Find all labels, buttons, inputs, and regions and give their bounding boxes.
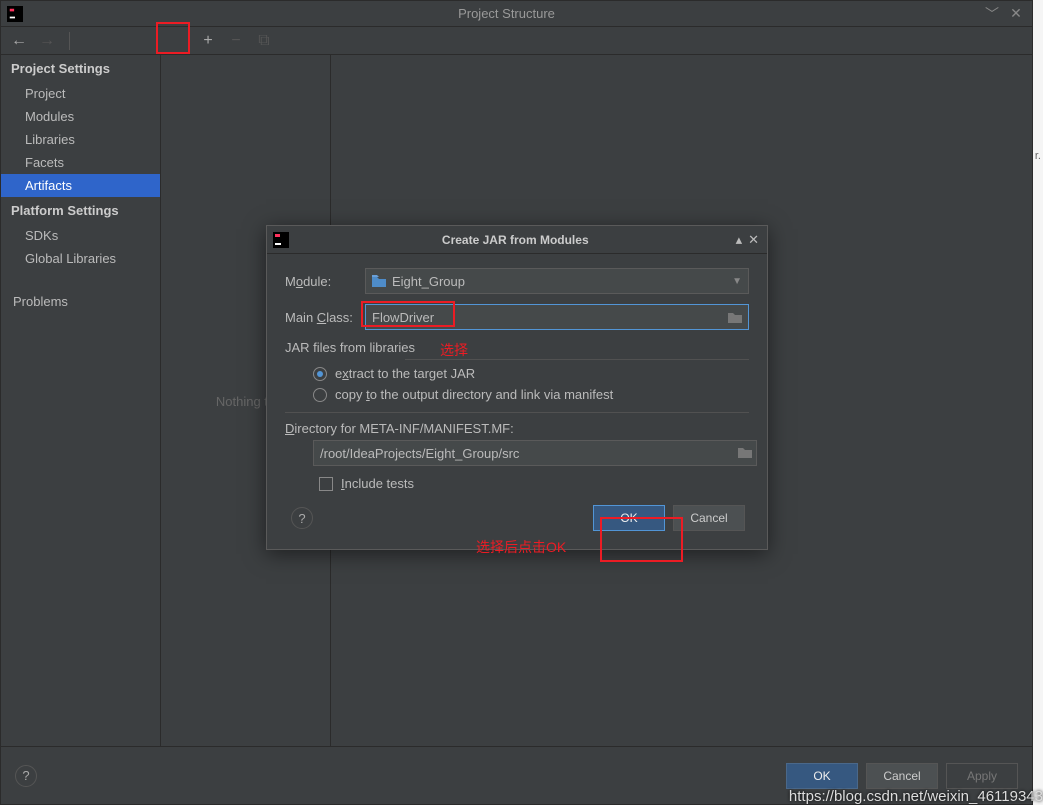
module-label: Module:: [285, 274, 365, 289]
sidebar-group-platform: Platform Settings: [1, 197, 160, 224]
sidebar: Project Settings Project Modules Librari…: [1, 55, 161, 747]
sidebar-item-modules[interactable]: Modules: [1, 105, 160, 128]
strip-text: r.: [1035, 150, 1041, 162]
sidebar-group-project: Project Settings: [1, 55, 160, 82]
browse-icon[interactable]: [738, 446, 752, 461]
dialog-ok-button[interactable]: OK: [593, 505, 665, 531]
watermark: https://blog.csdn.net/weixin_46119343: [789, 788, 1043, 805]
cancel-button[interactable]: Cancel: [866, 763, 938, 789]
include-tests-checkbox[interactable]: Include tests: [319, 476, 749, 491]
radio-extract[interactable]: extract to the target JAR: [313, 366, 749, 381]
browse-icon[interactable]: [726, 308, 744, 326]
radio-copy[interactable]: copy to the output directory and link vi…: [313, 387, 749, 402]
add-button[interactable]: +: [198, 31, 218, 51]
apply-button: Apply: [946, 763, 1018, 789]
create-jar-dialog: Create JAR from Modules ▴ ✕ Module: Eigh…: [266, 225, 768, 550]
dialog-help-button[interactable]: ?: [291, 507, 313, 529]
copy-button: ⧉: [254, 31, 274, 51]
radio-icon: [313, 367, 327, 381]
separator: [69, 32, 70, 50]
checkbox-icon: [319, 477, 333, 491]
nav-back-button[interactable]: ←: [9, 31, 29, 51]
dialog-minimize-button[interactable]: ▴: [736, 232, 743, 248]
directory-label: Directory for META-INF/MANIFEST.MF:: [285, 421, 749, 436]
close-button[interactable]: ✕: [1008, 6, 1024, 22]
toolbar: ← → + − ⧉: [1, 27, 1032, 55]
minimize-button[interactable]: ﹀: [984, 6, 1000, 22]
remove-button: −: [226, 31, 246, 51]
radio-icon: [313, 388, 327, 402]
app-icon: [7, 6, 23, 22]
folder-icon: [372, 275, 386, 287]
dialog-footer: ? OK Cancel: [285, 505, 749, 535]
sidebar-item-facets[interactable]: Facets: [1, 151, 160, 174]
sidebar-item-problems[interactable]: Problems: [1, 290, 160, 313]
background-strip: r.: [1033, 0, 1043, 805]
nav-forward-button: →: [37, 31, 57, 51]
dialog-close-button[interactable]: ✕: [748, 232, 759, 248]
dialog-body: Module: Eight_Group ▼ Main Class: FlowDr…: [267, 254, 767, 549]
annotation-text-clickok: 选择后点击OK: [476, 537, 566, 557]
module-combo[interactable]: Eight_Group ▼: [365, 268, 749, 294]
libs-section-label: JAR files from libraries: [285, 340, 749, 355]
sidebar-item-libraries[interactable]: Libraries: [1, 128, 160, 151]
sidebar-item-sdks[interactable]: SDKs: [1, 224, 160, 247]
annotation-text-select: 选择: [440, 340, 468, 360]
app-icon: [273, 232, 289, 248]
main-class-label: Main Class:: [285, 310, 365, 325]
chevron-down-icon: ▼: [732, 276, 742, 287]
directory-value: /root/IdeaProjects/Eight_Group/src: [320, 446, 519, 461]
titlebar: Project Structure ﹀ ✕: [1, 1, 1032, 27]
directory-input[interactable]: /root/IdeaProjects/Eight_Group/src: [313, 440, 757, 466]
main-class-input[interactable]: FlowDriver: [365, 304, 749, 330]
sidebar-item-global-libraries[interactable]: Global Libraries: [1, 247, 160, 270]
module-value: Eight_Group: [392, 274, 465, 289]
dialog-cancel-button[interactable]: Cancel: [673, 505, 745, 531]
dialog-titlebar: Create JAR from Modules ▴ ✕: [267, 226, 767, 254]
ok-button[interactable]: OK: [786, 763, 858, 789]
sidebar-item-artifacts[interactable]: Artifacts: [1, 174, 160, 197]
window-title: Project Structure: [29, 6, 984, 21]
sidebar-item-project[interactable]: Project: [1, 82, 160, 105]
dialog-title: Create JAR from Modules: [295, 233, 736, 247]
help-button[interactable]: ?: [15, 765, 37, 787]
main-class-value: FlowDriver: [372, 310, 434, 325]
